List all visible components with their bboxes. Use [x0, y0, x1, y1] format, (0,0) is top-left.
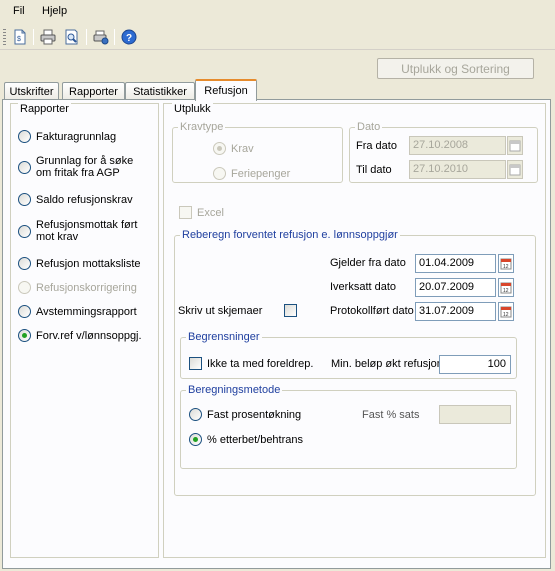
radio-label: Krav — [231, 143, 254, 155]
tab-utskrifter[interactable]: Utskrifter — [4, 82, 59, 100]
gjelder-fra-dato-input[interactable]: 01.04.2009 — [415, 254, 496, 273]
radio-label: Saldo refusjonskrav — [36, 194, 133, 206]
begrensninger-group: Begrensninger Ikke ta med foreldrep. Min… — [180, 331, 517, 379]
radio-label: Fast prosentøkning — [207, 409, 302, 421]
toolbar: $ ? — [0, 24, 555, 50]
rapporter-title: Rapporter — [18, 103, 71, 115]
radio-label: om fritak fra AGP — [36, 167, 120, 179]
radio-etterbet[interactable] — [189, 433, 202, 446]
calendar-icon[interactable]: 12 — [498, 302, 514, 321]
new-document-icon[interactable]: $ — [11, 28, 29, 46]
utplukk-panel: Utplukk Kravtype Krav Feriepenger Dato F… — [163, 103, 546, 558]
tab-rapporter[interactable]: Rapporter — [62, 82, 125, 100]
til-dato-label: Til dato — [356, 164, 392, 176]
sort-button[interactable]: Utplukk og Sortering — [377, 58, 534, 79]
svg-text:12: 12 — [503, 312, 509, 318]
dato-title: Dato — [355, 121, 383, 133]
reberegn-group: Reberegn forventet refusjon e. lønnsoppg… — [174, 229, 536, 496]
gjelder-fra-dato-label: Gjelder fra dato — [330, 257, 406, 269]
toolbar-separator — [33, 29, 34, 45]
radio-label: Grunnlag for å søke — [36, 155, 134, 167]
radio-label: Feriepenger — [231, 168, 291, 180]
min-belop-label: Min. beløp økt refusjon — [331, 358, 443, 370]
min-belop-input[interactable]: 100 — [439, 355, 511, 374]
svg-text:12: 12 — [503, 264, 509, 270]
beregningsmetode-group: Beregningsmetode Fast prosentøkning Fast… — [180, 384, 517, 469]
reberegn-title: Reberegn forventet refusjon e. lønnsoppg… — [180, 229, 400, 241]
protokollfort-dato-input[interactable]: 31.07.2009 — [415, 302, 496, 321]
calendar-icon[interactable] — [507, 160, 523, 179]
tab-refusjon[interactable]: Refusjon — [195, 79, 257, 101]
tab-statistikker[interactable]: Statistikker — [125, 82, 195, 100]
radio-selected-dot — [217, 146, 222, 151]
protokollfort-dato-label: Protokollført dato — [330, 305, 414, 317]
radio-label: Avstemmingsrapport — [36, 306, 137, 318]
radio-refusjonsmottak[interactable] — [18, 225, 31, 238]
radio-label: Refusjonskorrigering — [36, 282, 137, 294]
help-icon[interactable]: ? — [120, 28, 138, 46]
fra-dato-input[interactable]: 27.10.2008 — [409, 136, 506, 155]
beregningsmetode-title: Beregningsmetode — [186, 384, 283, 396]
skriv-ut-label: Skriv ut skjemaer — [178, 305, 263, 317]
calendar-icon[interactable]: 12 — [498, 254, 514, 273]
iverksatt-dato-label: Iverksatt dato — [330, 281, 397, 293]
dato-group: Dato Fra dato 27.10.2008 Til dato 27.10.… — [349, 121, 538, 183]
svg-text:12: 12 — [503, 288, 509, 294]
ikke-foreldrep-label: Ikke ta med foreldrep. — [207, 358, 314, 370]
fra-dato-label: Fra dato — [356, 140, 397, 152]
skriv-ut-checkbox[interactable] — [284, 304, 297, 317]
radio-label: Refusjon mottaksliste — [36, 258, 141, 270]
print-preview-icon[interactable] — [63, 28, 81, 46]
toolbar-separator — [86, 29, 87, 45]
radio-label: Refusjonsmottak ført — [36, 219, 138, 231]
radio-label: Fakturagrunnlag — [36, 131, 117, 143]
iverksatt-dato-input[interactable]: 20.07.2009 — [415, 278, 496, 297]
svg-text:?: ? — [126, 33, 132, 44]
calendar-icon[interactable] — [507, 136, 523, 155]
toolbar-grip[interactable] — [3, 29, 6, 45]
radio-krav[interactable] — [213, 142, 226, 155]
toolbar-separator — [114, 29, 115, 45]
fast-sats-input[interactable] — [439, 405, 511, 424]
radio-grunnlag-agp[interactable] — [18, 161, 31, 174]
ikke-foreldrep-checkbox[interactable] — [189, 357, 202, 370]
radio-feriepenger[interactable] — [213, 167, 226, 180]
radio-label: mot krav — [36, 231, 79, 243]
radio-refusjon-mottaksliste[interactable] — [18, 257, 31, 270]
menu-help[interactable]: Hjelp — [42, 5, 67, 17]
rapporter-panel: Rapporter Fakturagrunnlag Grunnlag for å… — [10, 103, 159, 558]
radio-saldo-refusjonskrav[interactable] — [18, 193, 31, 206]
svg-text:$: $ — [17, 36, 21, 43]
radio-refusjonskorrigering[interactable] — [18, 281, 31, 294]
radio-label: Forv.ref v/lønnsoppgj. — [36, 330, 142, 342]
print-icon[interactable] — [39, 28, 57, 46]
utplukk-title: Utplukk — [172, 103, 213, 115]
calendar-icon[interactable]: 12 — [498, 278, 514, 297]
kravtype-group: Kravtype Krav Feriepenger — [172, 121, 343, 183]
kravtype-title: Kravtype — [178, 121, 226, 133]
radio-forv-ref[interactable] — [18, 329, 31, 342]
radio-avstemmingsrapport[interactable] — [18, 305, 31, 318]
radio-selected-dot — [193, 437, 198, 442]
printer-settings-icon[interactable] — [92, 28, 110, 46]
menu-file[interactable]: Fil — [13, 5, 25, 17]
begrensninger-title: Begrensninger — [186, 331, 262, 343]
radio-selected-dot — [22, 333, 27, 338]
radio-fakturagrunnlag[interactable] — [18, 130, 31, 143]
radio-fast-prosent[interactable] — [189, 408, 202, 421]
radio-label: % etterbet/behtrans — [207, 434, 304, 446]
menu-bar: Fil Hjelp — [0, 0, 555, 24]
fast-sats-label: Fast % sats — [362, 409, 420, 421]
excel-label: Excel — [197, 207, 224, 219]
excel-checkbox[interactable] — [179, 206, 192, 219]
til-dato-input[interactable]: 27.10.2010 — [409, 160, 506, 179]
